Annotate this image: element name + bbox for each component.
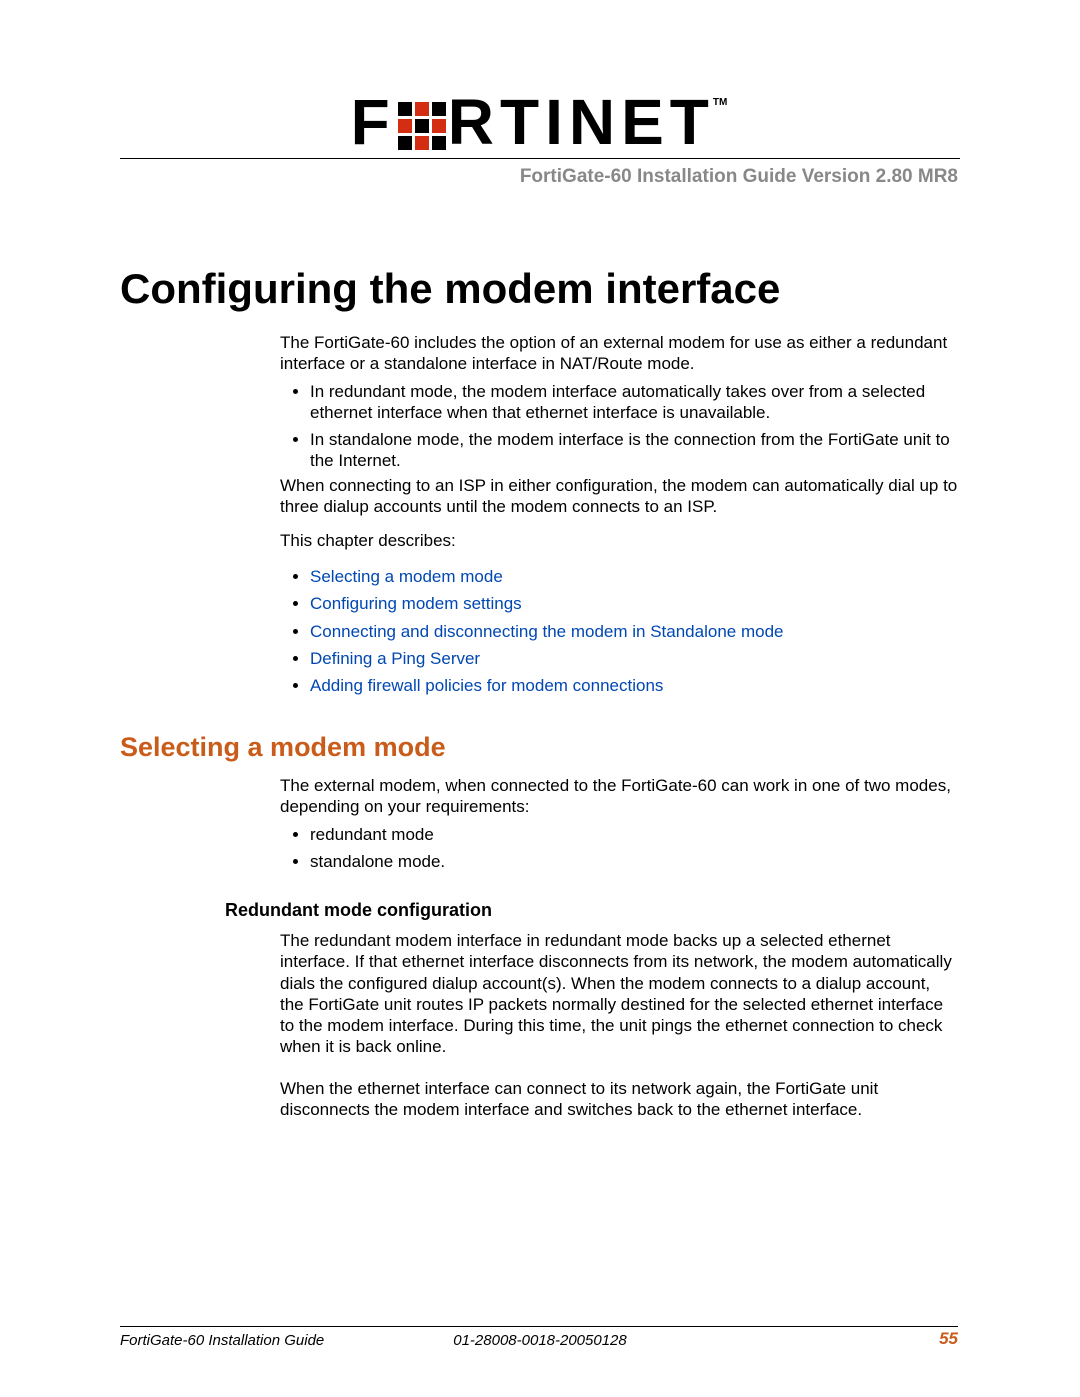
- section1-block: The external modem, when connected to th…: [280, 775, 958, 878]
- intro-paragraph-3: This chapter describes:: [280, 530, 958, 551]
- intro-bullet-list: In redundant mode, the modem interface a…: [280, 381, 958, 472]
- logo-left: F: [351, 86, 396, 158]
- header-divider: [120, 158, 960, 159]
- document-subtitle: FortiGate-60 Installation Guide Version …: [520, 166, 958, 188]
- section1-bullet-list: redundant mode standalone mode.: [280, 824, 958, 873]
- document-page: F RTINETTM FortiGate-60 Installation Gui…: [0, 0, 1080, 1397]
- toc-link-configuring[interactable]: Configuring modem settings: [310, 594, 522, 613]
- subsection-heading-redundant: Redundant mode configuration: [225, 900, 492, 921]
- toc-link-connecting[interactable]: Connecting and disconnecting the modem i…: [310, 622, 784, 641]
- chapter-title: Configuring the modem interface: [120, 265, 780, 313]
- logo-text: F RTINETTM: [351, 85, 730, 159]
- toc-link-selecting[interactable]: Selecting a modem mode: [310, 567, 503, 586]
- toc-link-ping-server[interactable]: Defining a Ping Server: [310, 649, 480, 668]
- toc-item: Adding firewall policies for modem conne…: [310, 675, 958, 696]
- trademark-symbol: TM: [713, 97, 727, 108]
- section1-paragraph: The external modem, when connected to th…: [280, 775, 958, 818]
- subsection1-paragraph-1: The redundant modem interface in redunda…: [280, 930, 958, 1058]
- logo-grid-icon: [398, 102, 446, 150]
- toc-item: Connecting and disconnecting the modem i…: [310, 621, 958, 642]
- page-number: 55: [939, 1329, 958, 1349]
- brand-logo: F RTINETTM: [0, 85, 1080, 159]
- chapter-toc: Selecting a modem mode Configuring modem…: [280, 560, 958, 702]
- toc-item: Defining a Ping Server: [310, 648, 958, 669]
- footer-divider: [120, 1326, 958, 1327]
- intro-bullet: In standalone mode, the modem interface …: [310, 429, 958, 472]
- intro-paragraph-1: The FortiGate-60 includes the option of …: [280, 332, 958, 375]
- intro-paragraph-2: When connecting to an ISP in either conf…: [280, 475, 958, 518]
- toc-link-firewall[interactable]: Adding firewall policies for modem conne…: [310, 676, 663, 695]
- toc-item: Selecting a modem mode: [310, 566, 958, 587]
- intro-bullet: In redundant mode, the modem interface a…: [310, 381, 958, 424]
- mode-bullet: standalone mode.: [310, 851, 958, 872]
- section-heading-selecting: Selecting a modem mode: [120, 732, 446, 763]
- logo-right: RTINET: [448, 86, 715, 158]
- toc-item: Configuring modem settings: [310, 593, 958, 614]
- footer-center: 01-28008-0018-20050128: [0, 1332, 1080, 1349]
- mode-bullet: redundant mode: [310, 824, 958, 845]
- subsection1-paragraph-2: When the ethernet interface can connect …: [280, 1078, 958, 1121]
- intro-block: The FortiGate-60 includes the option of …: [280, 332, 958, 478]
